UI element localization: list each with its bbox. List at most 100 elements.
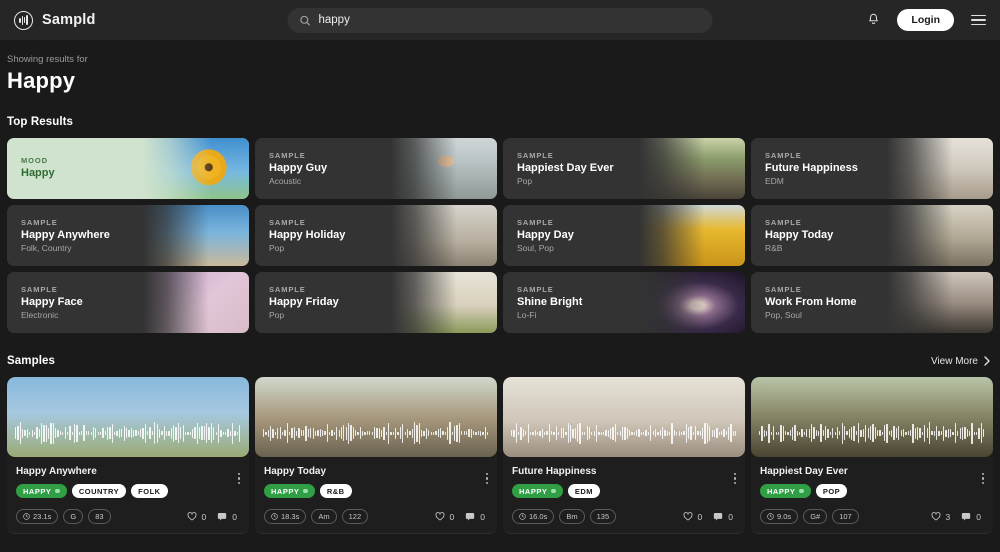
- top-result-card[interactable]: SAMPLE Future Happiness EDM: [751, 138, 993, 199]
- top-results-section-header: Top Results: [7, 116, 993, 128]
- comment-count: 0: [232, 511, 237, 522]
- comment-stat[interactable]: 0: [713, 512, 733, 522]
- comment-stat[interactable]: 0: [961, 512, 981, 522]
- duration-value: 23.1s: [33, 512, 52, 521]
- sample-tag[interactable]: HAPPY: [512, 484, 563, 498]
- duration-chip: 18.3s: [264, 509, 307, 524]
- brand-logo[interactable]: Sampld: [14, 10, 96, 30]
- card-artwork: [142, 272, 249, 333]
- top-result-card[interactable]: SAMPLE Happy Anywhere Folk, Country: [7, 205, 249, 266]
- top-result-card[interactable]: SAMPLE Happy Face Electronic: [7, 272, 249, 333]
- sample-body: Future Happiness HAPPY EDM 16.0s Bm 135 0 0: [503, 457, 745, 533]
- like-stat[interactable]: 0: [435, 512, 454, 522]
- sample-tag[interactable]: HAPPY: [16, 484, 67, 498]
- search-input[interactable]: [318, 14, 701, 26]
- more-options-icon[interactable]: [732, 471, 738, 486]
- top-result-card[interactable]: MOOD Happy: [7, 138, 249, 199]
- key-value: G: [70, 512, 77, 521]
- sample-artwork[interactable]: [503, 377, 745, 457]
- key-value: Am: [318, 512, 330, 521]
- bpm-value: 122: [348, 512, 362, 521]
- more-options-icon[interactable]: [980, 471, 986, 486]
- sample-card[interactable]: Happy Anywhere HAPPY COUNTRY FOLK 23.1s G 83 0 0: [7, 377, 249, 534]
- card-text: SAMPLE Happy Face Electronic: [7, 285, 83, 320]
- card-artwork: [390, 138, 497, 199]
- card-title: Happy Today: [765, 229, 834, 241]
- key-chip: G#: [803, 509, 828, 524]
- comment-icon: [466, 513, 475, 521]
- card-text: SAMPLE Happy Anywhere Folk, Country: [7, 218, 110, 253]
- like-stat[interactable]: 0: [683, 511, 703, 522]
- sample-tag[interactable]: R&B: [319, 484, 352, 498]
- top-result-card[interactable]: SAMPLE Shine Bright Lo-Fi: [503, 272, 745, 333]
- hamburger-icon[interactable]: [971, 14, 986, 26]
- sample-tag-label: HAPPY: [767, 486, 796, 496]
- sample-tag-label: POP: [822, 486, 841, 496]
- duration-value: 16.0s: [529, 512, 548, 521]
- card-kicker: SAMPLE: [21, 218, 58, 227]
- top-result-card[interactable]: SAMPLE Happy Today R&B: [751, 205, 993, 266]
- mood-dot-icon: [55, 488, 60, 494]
- card-text: SAMPLE Happy Today R&B: [751, 218, 833, 253]
- heart-icon: [435, 512, 444, 521]
- more-options-icon[interactable]: [236, 471, 242, 486]
- duration-value: 18.3s: [281, 512, 300, 521]
- heart-icon: [187, 512, 196, 521]
- top-result-card[interactable]: SAMPLE Happy Day Soul, Pop: [503, 205, 745, 266]
- like-count: 0: [697, 511, 703, 522]
- sample-tag[interactable]: COUNTRY: [71, 484, 127, 498]
- top-result-card[interactable]: SAMPLE Happy Holiday Pop: [255, 205, 497, 266]
- brand-name: Sampld: [42, 12, 96, 28]
- login-button[interactable]: Login: [897, 9, 954, 31]
- sample-tag-label: HAPPY: [271, 486, 300, 496]
- card-artwork: [142, 205, 249, 266]
- duration-chip: 16.0s: [512, 509, 555, 524]
- sample-card[interactable]: Happy Today HAPPY R&B 18.3s Am 122 0 0: [255, 377, 497, 534]
- card-title: Future Happiness: [765, 162, 858, 174]
- mood-dot-icon: [551, 488, 556, 494]
- card-subtitle: Soul, Pop: [517, 243, 554, 253]
- card-text: SAMPLE Happy Holiday Pop: [255, 218, 345, 253]
- view-more-link[interactable]: View More: [931, 356, 993, 367]
- card-text: SAMPLE Happy Friday Pop: [255, 285, 339, 320]
- top-result-card[interactable]: SAMPLE Happiest Day Ever Pop: [503, 138, 745, 199]
- sample-card[interactable]: Future Happiness HAPPY EDM 16.0s Bm 135 0 0: [503, 377, 745, 534]
- top-result-card[interactable]: SAMPLE Happy Guy Acoustic: [255, 138, 497, 199]
- bpm-chip: 122: [341, 509, 369, 524]
- sample-tags: HAPPY COUNTRY FOLK: [16, 484, 241, 498]
- sample-tag[interactable]: EDM: [567, 484, 601, 498]
- heart-icon: [931, 512, 940, 521]
- sample-tag[interactable]: HAPPY: [760, 484, 811, 498]
- sample-artwork[interactable]: [7, 377, 249, 457]
- comment-icon: [962, 513, 971, 521]
- key-value: G#: [810, 512, 821, 521]
- top-result-card[interactable]: SAMPLE Work From Home Pop, Soul: [751, 272, 993, 333]
- search-bar[interactable]: [287, 7, 713, 33]
- sample-card[interactable]: Happiest Day Ever HAPPY POP 9.0s G# 107 3 0: [751, 377, 993, 534]
- sample-tag[interactable]: HAPPY: [264, 484, 315, 498]
- results-heading: Showing results for Happy: [7, 54, 993, 94]
- sample-artwork[interactable]: [751, 377, 993, 457]
- card-subtitle: Pop: [269, 243, 285, 253]
- more-options-icon[interactable]: [484, 471, 490, 486]
- sample-tag[interactable]: FOLK: [131, 484, 168, 498]
- comment-stat[interactable]: 0: [465, 512, 485, 522]
- comment-icon: [714, 513, 723, 521]
- mood-dot-icon: [799, 488, 804, 494]
- bpm-chip: 135: [589, 509, 617, 524]
- card-kicker: SAMPLE: [765, 218, 802, 227]
- card-subtitle: R&B: [765, 243, 783, 253]
- top-result-card[interactable]: SAMPLE Happy Friday Pop: [255, 272, 497, 333]
- sample-body: Happy Today HAPPY R&B 18.3s Am 122 0 0: [255, 457, 497, 533]
- bell-icon[interactable]: [867, 13, 880, 27]
- waveform: [511, 422, 737, 444]
- samples-section-header: Samples View More: [7, 355, 993, 367]
- sample-artwork[interactable]: [255, 377, 497, 457]
- sample-tag[interactable]: POP: [815, 484, 848, 498]
- samples-grid: Happy Anywhere HAPPY COUNTRY FOLK 23.1s G 83 0 0…: [7, 377, 993, 534]
- like-stat[interactable]: 3: [931, 512, 950, 522]
- comment-stat[interactable]: 0: [217, 512, 237, 522]
- sample-tag-label: COUNTRY: [78, 486, 120, 496]
- card-title: Happy Face: [21, 296, 83, 308]
- like-stat[interactable]: 0: [187, 512, 206, 522]
